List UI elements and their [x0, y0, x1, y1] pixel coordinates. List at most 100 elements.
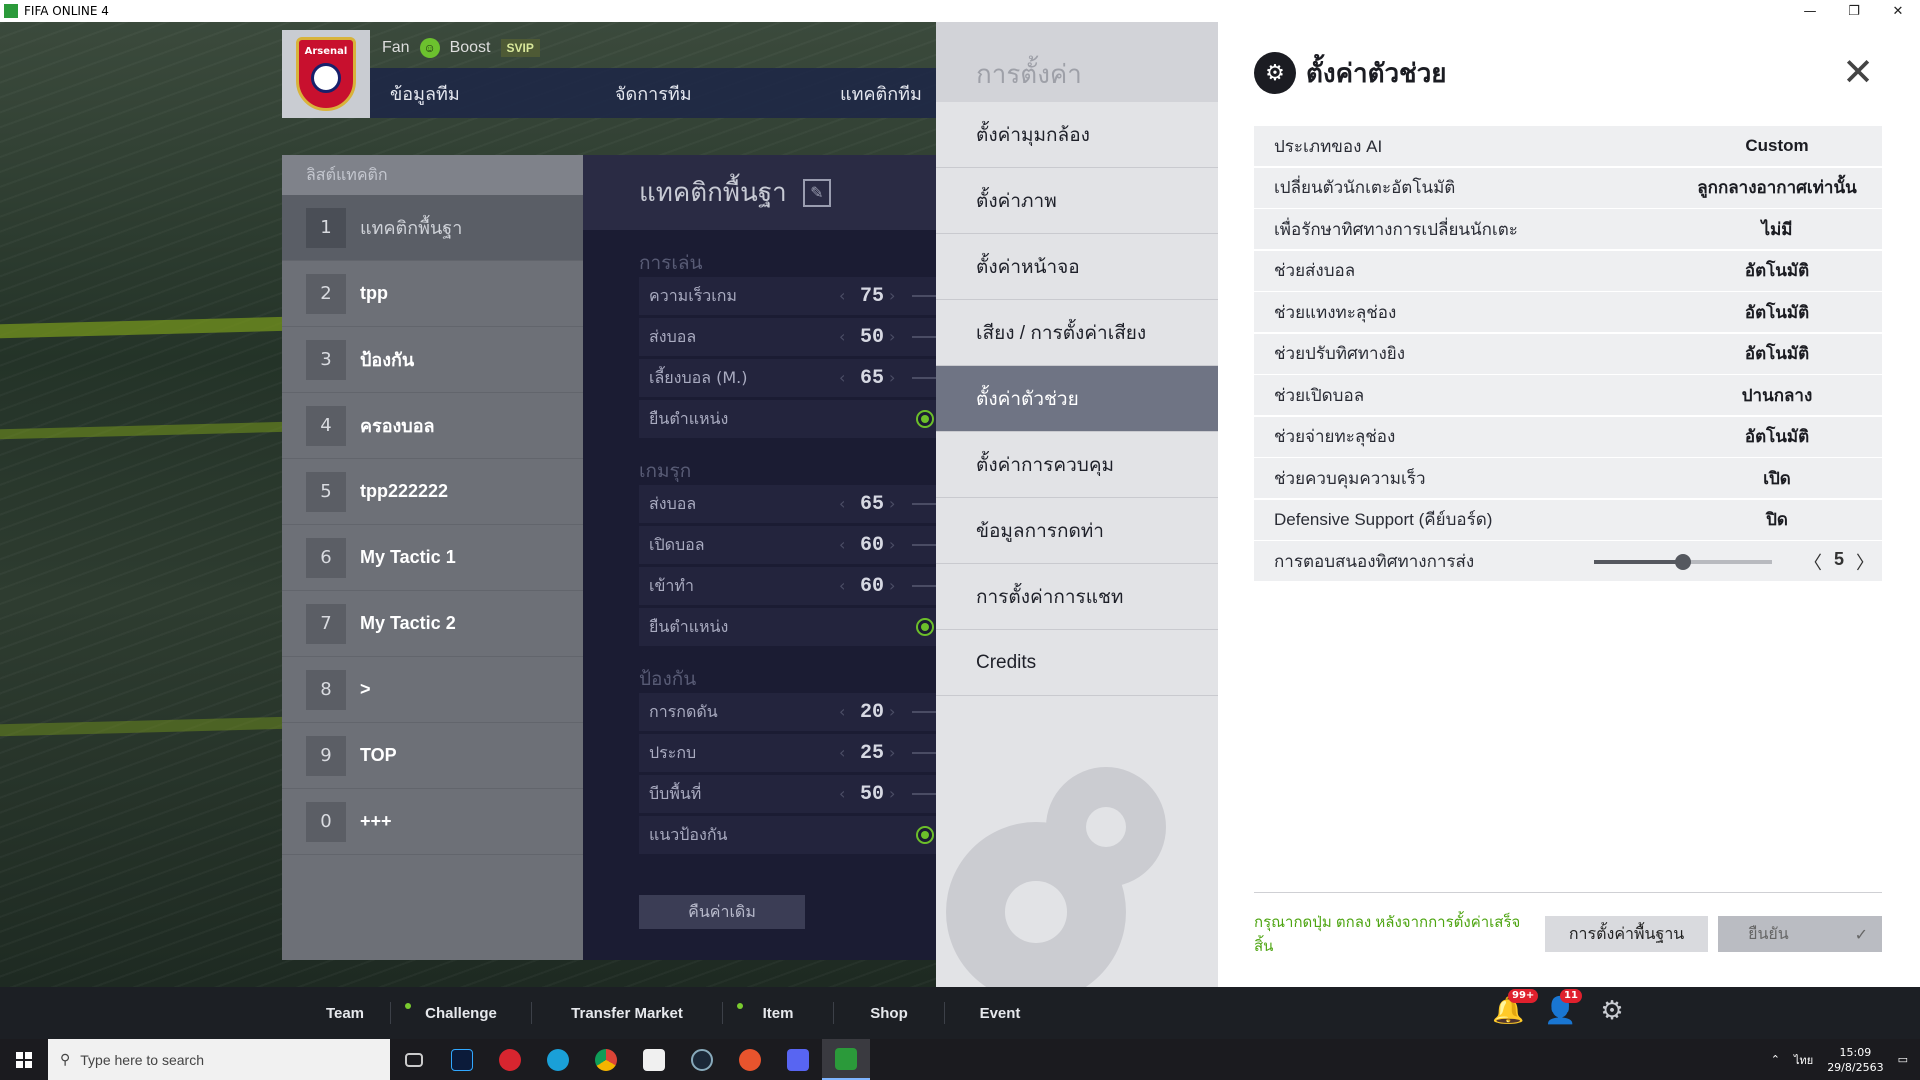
tactic-list-item[interactable]: 0 +++: [282, 789, 583, 855]
reset-button[interactable]: คืนค่าเดิม: [639, 895, 805, 929]
notification-center-icon[interactable]: ▭: [1898, 1053, 1908, 1066]
settings-menu-item[interactable]: การตั้งค่าการแชท: [936, 564, 1218, 630]
settings-menu-item[interactable]: ตั้งค่าการควบคุม: [936, 432, 1218, 498]
bottom-nav-team[interactable]: Team: [300, 1005, 390, 1022]
slider-track[interactable]: [912, 544, 936, 546]
radio-toggle-icon[interactable]: [916, 410, 934, 428]
radio-toggle-icon[interactable]: [916, 826, 934, 844]
bottom-nav-transfer-market[interactable]: Transfer Market: [532, 1005, 722, 1022]
assist-setting-row[interactable]: เปลี่ยนตัวนักเตะอัตโนมัติ ลูกกลางอากาศเท่…: [1254, 167, 1882, 208]
chevron-left-icon[interactable]: 〈: [1804, 549, 1822, 575]
garena-icon[interactable]: [486, 1039, 534, 1080]
task-view-icon[interactable]: [390, 1039, 438, 1080]
chevron-right-icon[interactable]: ›: [889, 368, 895, 387]
chevron-left-icon[interactable]: ‹: [839, 368, 845, 387]
fifa-online-icon[interactable]: [822, 1039, 870, 1080]
minimize-button[interactable]: —: [1788, 4, 1832, 19]
settings-menu-item[interactable]: ข้อมูลการกดท่า: [936, 498, 1218, 564]
tactic-list-item[interactable]: 2 tpp: [282, 261, 583, 327]
chevron-right-icon[interactable]: 〉: [1856, 549, 1874, 575]
tactic-list-item[interactable]: 6 My Tactic 1: [282, 525, 583, 591]
assist-setting-row[interactable]: เพื่อรักษาทิศทางการเปลี่ยนนักเตะ ไม่มี: [1254, 209, 1882, 249]
slider-track[interactable]: [912, 503, 936, 505]
tactic-list-item[interactable]: 1 แทคติกพื้นฐา: [282, 195, 583, 261]
settings-menu-item[interactable]: Credits: [936, 630, 1218, 696]
pass-direction-slider[interactable]: [1594, 554, 1772, 570]
chevron-right-icon[interactable]: ›: [889, 784, 895, 803]
taskbar-search[interactable]: ⚲ Type here to search: [48, 1039, 390, 1080]
bottom-nav-event[interactable]: Event: [945, 1005, 1055, 1022]
assist-setting-value[interactable]: อัตโนมัติ: [1694, 340, 1860, 367]
radio-toggle-icon[interactable]: [916, 618, 934, 636]
tactic-list-item[interactable]: 3 ป้องกัน: [282, 327, 583, 393]
gear-icon[interactable]: ⚙: [1596, 995, 1628, 1027]
assist-setting-value[interactable]: อัตโนมัติ: [1694, 299, 1860, 326]
confirm-button[interactable]: ยืนยัน ✓: [1718, 916, 1882, 952]
edit-icon[interactable]: ✎: [802, 178, 831, 207]
bottom-nav-challenge[interactable]: Challenge: [391, 1002, 531, 1022]
chevron-right-icon[interactable]: ›: [889, 702, 895, 721]
chevron-left-icon[interactable]: ‹: [839, 784, 845, 803]
bottom-nav-shop[interactable]: Shop: [834, 1005, 944, 1022]
chevron-right-icon[interactable]: ›: [889, 327, 895, 346]
close-window-button[interactable]: ✕: [1876, 4, 1920, 19]
slider-knob[interactable]: [1675, 554, 1691, 570]
language-indicator[interactable]: ไทย: [1794, 1051, 1813, 1069]
chevron-left-icon[interactable]: ‹: [839, 327, 845, 346]
settings-menu-item[interactable]: ตั้งค่าหน้าจอ: [936, 234, 1218, 300]
tab-team-info[interactable]: ข้อมูลทีม: [370, 79, 595, 108]
chevron-right-icon[interactable]: ›: [889, 743, 895, 762]
default-settings-button[interactable]: การตั้งค่าพื้นฐาน: [1544, 916, 1709, 952]
chevron-right-icon[interactable]: ›: [889, 576, 895, 595]
tactic-list-item[interactable]: 5 tpp222222: [282, 459, 583, 525]
slider-track[interactable]: [912, 711, 936, 713]
tactic-list-item[interactable]: 8 >: [282, 657, 583, 723]
start-button[interactable]: [0, 1039, 48, 1080]
bottom-nav-item[interactable]: Item: [723, 1002, 833, 1022]
bell-icon[interactable]: 🔔 99+: [1492, 989, 1539, 1027]
settings-menu-item[interactable]: ตั้งค่ามุมกล้อง: [936, 102, 1218, 168]
assist-setting-row[interactable]: ช่วยจ่ายทะลุช่อง อัตโนมัติ: [1254, 416, 1882, 457]
chevron-left-icon[interactable]: ‹: [839, 743, 845, 762]
assist-setting-value[interactable]: ไม่มี: [1694, 216, 1860, 243]
slider-track[interactable]: [912, 585, 936, 587]
assist-setting-row[interactable]: Defensive Support (คีย์บอร์ด) ปิด: [1254, 499, 1882, 540]
store-icon[interactable]: [630, 1039, 678, 1080]
discord-icon[interactable]: [774, 1039, 822, 1080]
app-icon[interactable]: [726, 1039, 774, 1080]
photoshop-icon[interactable]: [438, 1039, 486, 1080]
assist-setting-row[interactable]: ช่วยปรับทิศทางยิง อัตโนมัติ: [1254, 333, 1882, 374]
tactic-list-item[interactable]: 9 TOP: [282, 723, 583, 789]
slider-track[interactable]: [912, 752, 936, 754]
assist-setting-value[interactable]: เปิด: [1694, 465, 1860, 492]
assist-setting-row[interactable]: ช่วยควบคุมความเร็ว เปิด: [1254, 458, 1882, 498]
tactic-list-item[interactable]: 4 ครองบอล: [282, 393, 583, 459]
chevron-left-icon[interactable]: ‹: [839, 576, 845, 595]
settings-menu-item[interactable]: ตั้งค่าตัวช่วย: [936, 366, 1218, 432]
settings-menu-item[interactable]: ตั้งค่าภาพ: [936, 168, 1218, 234]
assist-setting-value[interactable]: Custom: [1694, 136, 1860, 156]
friends-icon[interactable]: 👤 11: [1544, 989, 1582, 1027]
assist-setting-value[interactable]: อัตโนมัติ: [1694, 423, 1860, 450]
slider-track[interactable]: [912, 793, 936, 795]
chevron-left-icon[interactable]: ‹: [839, 286, 845, 305]
chevron-left-icon[interactable]: ‹: [839, 702, 845, 721]
tactic-list-item[interactable]: 7 My Tactic 2: [282, 591, 583, 657]
clock[interactable]: 15:09 29/8/2563: [1827, 1045, 1883, 1075]
chevron-right-icon[interactable]: ›: [889, 535, 895, 554]
slider-track[interactable]: [912, 295, 936, 297]
tab-team-tactics[interactable]: แทคติกทีม: [820, 79, 922, 108]
assist-setting-row[interactable]: ช่วยแทงทะลุช่อง อัตโนมัติ: [1254, 292, 1882, 332]
close-icon[interactable]: ✕: [1838, 52, 1878, 92]
chevron-up-icon[interactable]: ⌃: [1771, 1053, 1780, 1066]
assist-setting-row[interactable]: ช่วยส่งบอล อัตโนมัติ: [1254, 250, 1882, 291]
chevron-right-icon[interactable]: ›: [889, 286, 895, 305]
chevron-left-icon[interactable]: ‹: [839, 494, 845, 513]
edge-icon[interactable]: [534, 1039, 582, 1080]
assist-setting-value[interactable]: อัตโนมัติ: [1694, 257, 1860, 284]
restore-button[interactable]: ❐: [1832, 4, 1876, 19]
settings-menu-item[interactable]: เสียง / การตั้งค่าเสียง: [936, 300, 1218, 366]
assist-setting-row[interactable]: ช่วยเปิดบอล ปานกลาง: [1254, 375, 1882, 415]
assist-setting-value[interactable]: ปิด: [1694, 506, 1860, 533]
chrome-icon[interactable]: [582, 1039, 630, 1080]
